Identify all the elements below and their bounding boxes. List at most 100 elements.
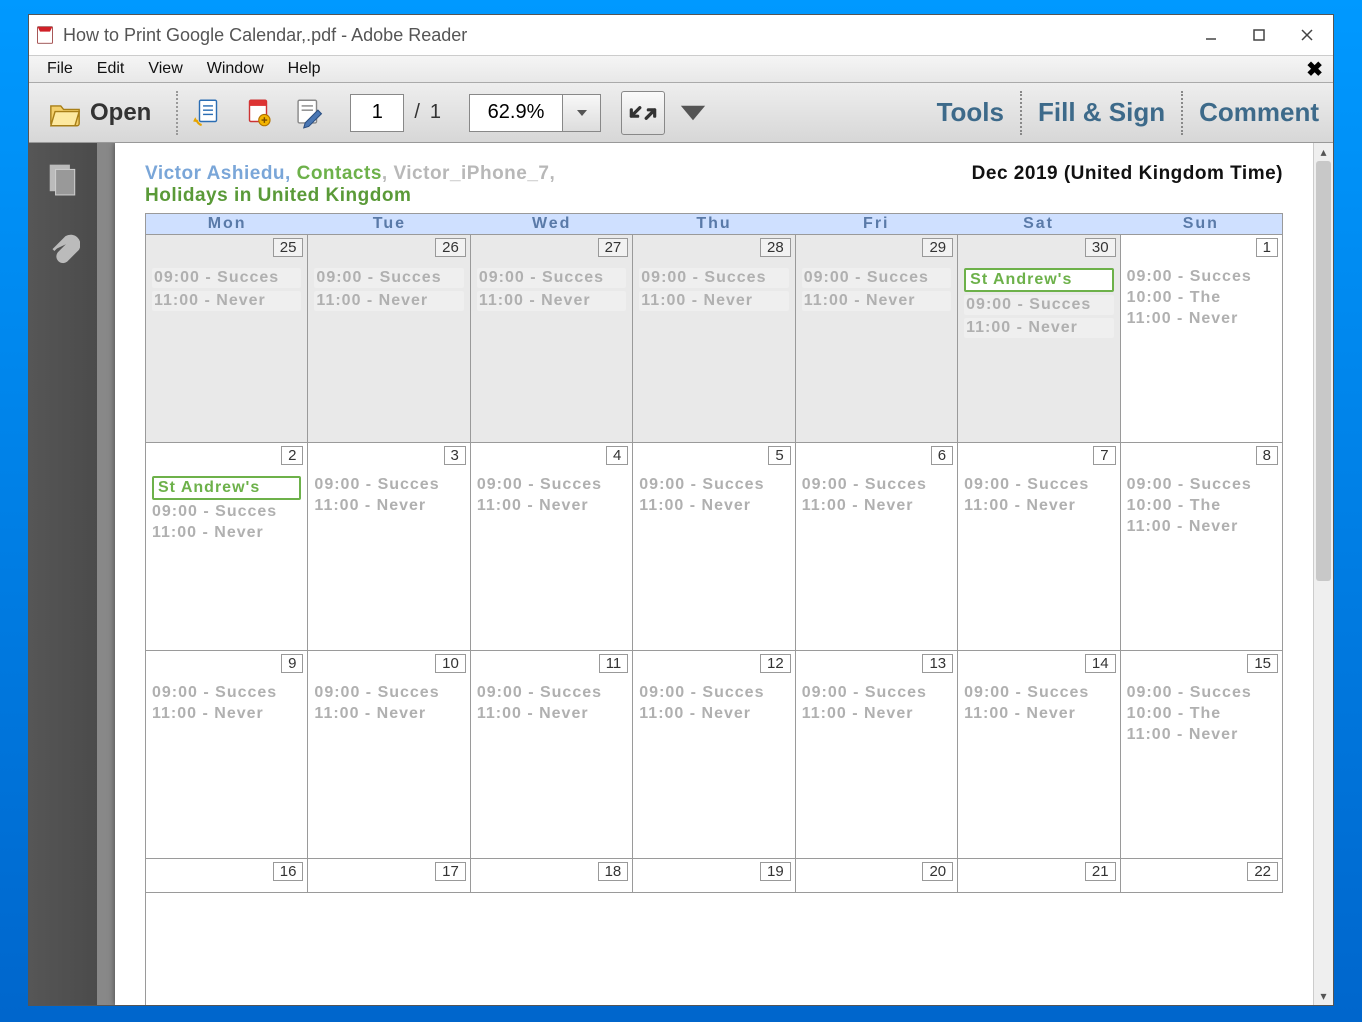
event-item: 09:00 - Succes (639, 476, 788, 494)
event-item: 09:00 - Succes (802, 476, 951, 494)
minimize-button[interactable] (1201, 25, 1221, 45)
event-item: 11:00 - Never (314, 705, 463, 723)
day-cell: 509:00 - Succes11:00 - Never (633, 443, 795, 651)
event-item: 10:00 - The (1127, 289, 1276, 307)
event-item: 09:00 - Succes (477, 476, 626, 494)
day-number: 10 (435, 654, 466, 673)
day-number: 16 (273, 862, 304, 881)
menu-window[interactable]: Window (195, 58, 276, 80)
view-dropdown[interactable] (671, 91, 715, 135)
close-button[interactable] (1297, 25, 1317, 45)
day-number: 15 (1247, 654, 1278, 673)
zoom-input[interactable] (470, 100, 562, 125)
menu-file[interactable]: File (35, 58, 85, 80)
tools-panel-button[interactable]: Tools (931, 97, 1010, 128)
dow-sun: Sun (1120, 214, 1282, 234)
open-label: Open (90, 99, 151, 127)
day-cell: 1009:00 - Succes11:00 - Never (308, 651, 470, 859)
dow-wed: Wed (471, 214, 633, 234)
day-number: 7 (1093, 446, 1115, 465)
attachments-button[interactable] (43, 229, 83, 269)
titlebar: How to Print Google Calendar,.pdf - Adob… (29, 15, 1333, 55)
day-number: 17 (435, 862, 466, 881)
scroll-down-arrow[interactable]: ▾ (1314, 987, 1333, 1005)
chevron-down-icon (676, 96, 710, 130)
calendar-grid: 2509:00 - Succes11:00 - Never2609:00 - S… (145, 235, 1283, 1005)
menu-help[interactable]: Help (276, 58, 333, 80)
day-number: 20 (922, 862, 953, 881)
dow-thu: Thu (633, 214, 795, 234)
day-number: 9 (281, 654, 303, 673)
app-window: How to Print Google Calendar,.pdf - Adob… (28, 14, 1334, 1006)
open-button[interactable]: Open (37, 91, 162, 135)
event-item: 11:00 - Never (152, 291, 301, 311)
toolbar: Open / 1 Tools Fill & Sign (29, 83, 1333, 143)
scroll-up-arrow[interactable]: ▴ (1314, 143, 1333, 161)
menu-edit[interactable]: Edit (85, 58, 137, 80)
day-cell: 1409:00 - Succes11:00 - Never (958, 651, 1120, 859)
nav-sidebar (29, 143, 97, 1005)
day-cell: 409:00 - Succes11:00 - Never (471, 443, 633, 651)
scroll-thumb[interactable] (1316, 161, 1331, 581)
reading-mode-button[interactable] (621, 91, 665, 135)
export-pdf-button[interactable] (186, 91, 230, 135)
event-item: 09:00 - Succes (152, 268, 301, 288)
event-item: 11:00 - Never (802, 705, 951, 723)
day-cell: 2509:00 - Succes11:00 - Never (146, 235, 308, 443)
vertical-scrollbar[interactable]: ▴ ▾ (1313, 143, 1333, 1005)
event-holiday: St Andrew's (964, 268, 1113, 292)
day-cell: 2609:00 - Succes11:00 - Never (308, 235, 470, 443)
day-number: 22 (1247, 862, 1278, 881)
day-cell: 30St Andrew's09:00 - Succes11:00 - Never (958, 235, 1120, 443)
day-number: 19 (760, 862, 791, 881)
day-cell: 1309:00 - Succes11:00 - Never (796, 651, 958, 859)
day-cell: 2St Andrew's09:00 - Succes11:00 - Never (146, 443, 308, 651)
event-item: 09:00 - Succes (314, 268, 463, 288)
page-current-input[interactable] (350, 94, 404, 132)
toolbar-separator (1181, 91, 1183, 135)
event-item: 11:00 - Never (639, 705, 788, 723)
day-number: 18 (598, 862, 629, 881)
day-number: 30 (1085, 238, 1116, 257)
day-number: 1 (1256, 238, 1278, 257)
day-cell: 1509:00 - Succes10:00 - The11:00 - Never (1121, 651, 1283, 859)
day-number: 5 (768, 446, 790, 465)
day-cell: 2809:00 - Succes11:00 - Never (633, 235, 795, 443)
sign-button[interactable] (286, 91, 330, 135)
dow-mon: Mon (146, 214, 308, 234)
day-cell: 1109:00 - Succes11:00 - Never (471, 651, 633, 859)
document-area: Victor Ashiedu, Contacts, Victor_iPhone_… (29, 143, 1333, 1005)
comment-panel-button[interactable]: Comment (1193, 97, 1325, 128)
day-number: 21 (1085, 862, 1116, 881)
fill-sign-panel-button[interactable]: Fill & Sign (1032, 97, 1171, 128)
chevron-down-icon (575, 106, 589, 120)
day-cell: 909:00 - Succes11:00 - Never (146, 651, 308, 859)
collapse-toolbar-icon[interactable]: ✖ (1306, 57, 1327, 82)
event-item: 11:00 - Never (1127, 726, 1276, 744)
document-viewport[interactable]: Victor Ashiedu, Contacts, Victor_iPhone_… (97, 143, 1313, 1005)
maximize-button[interactable] (1249, 25, 1269, 45)
pdf-page: Victor Ashiedu, Contacts, Victor_iPhone_… (115, 143, 1313, 1005)
day-cell: 309:00 - Succes11:00 - Never (308, 443, 470, 651)
owner-contacts: Contacts (297, 163, 382, 184)
event-item: 11:00 - Never (152, 524, 301, 542)
event-item: 11:00 - Never (314, 497, 463, 515)
day-cell: 17 (308, 859, 470, 893)
thumbnails-button[interactable] (43, 159, 83, 199)
event-item: 09:00 - Succes (802, 268, 951, 288)
create-pdf-button[interactable] (236, 91, 280, 135)
menu-view[interactable]: View (136, 58, 194, 80)
event-item: 10:00 - The (1127, 497, 1276, 515)
event-item: 09:00 - Succes (1127, 476, 1276, 494)
owner-holidays: Holidays in United Kingdom (145, 185, 411, 206)
event-item: 11:00 - Never (314, 291, 463, 311)
event-item: 09:00 - Succes (477, 268, 626, 288)
window-title: How to Print Google Calendar,.pdf - Adob… (63, 25, 1201, 46)
event-item: 09:00 - Succes (639, 684, 788, 702)
zoom-dropdown[interactable] (562, 95, 600, 131)
day-number: 4 (606, 446, 628, 465)
day-number: 27 (598, 238, 629, 257)
dow-fri: Fri (795, 214, 957, 234)
day-number: 28 (760, 238, 791, 257)
event-item: 09:00 - Succes (152, 684, 301, 702)
